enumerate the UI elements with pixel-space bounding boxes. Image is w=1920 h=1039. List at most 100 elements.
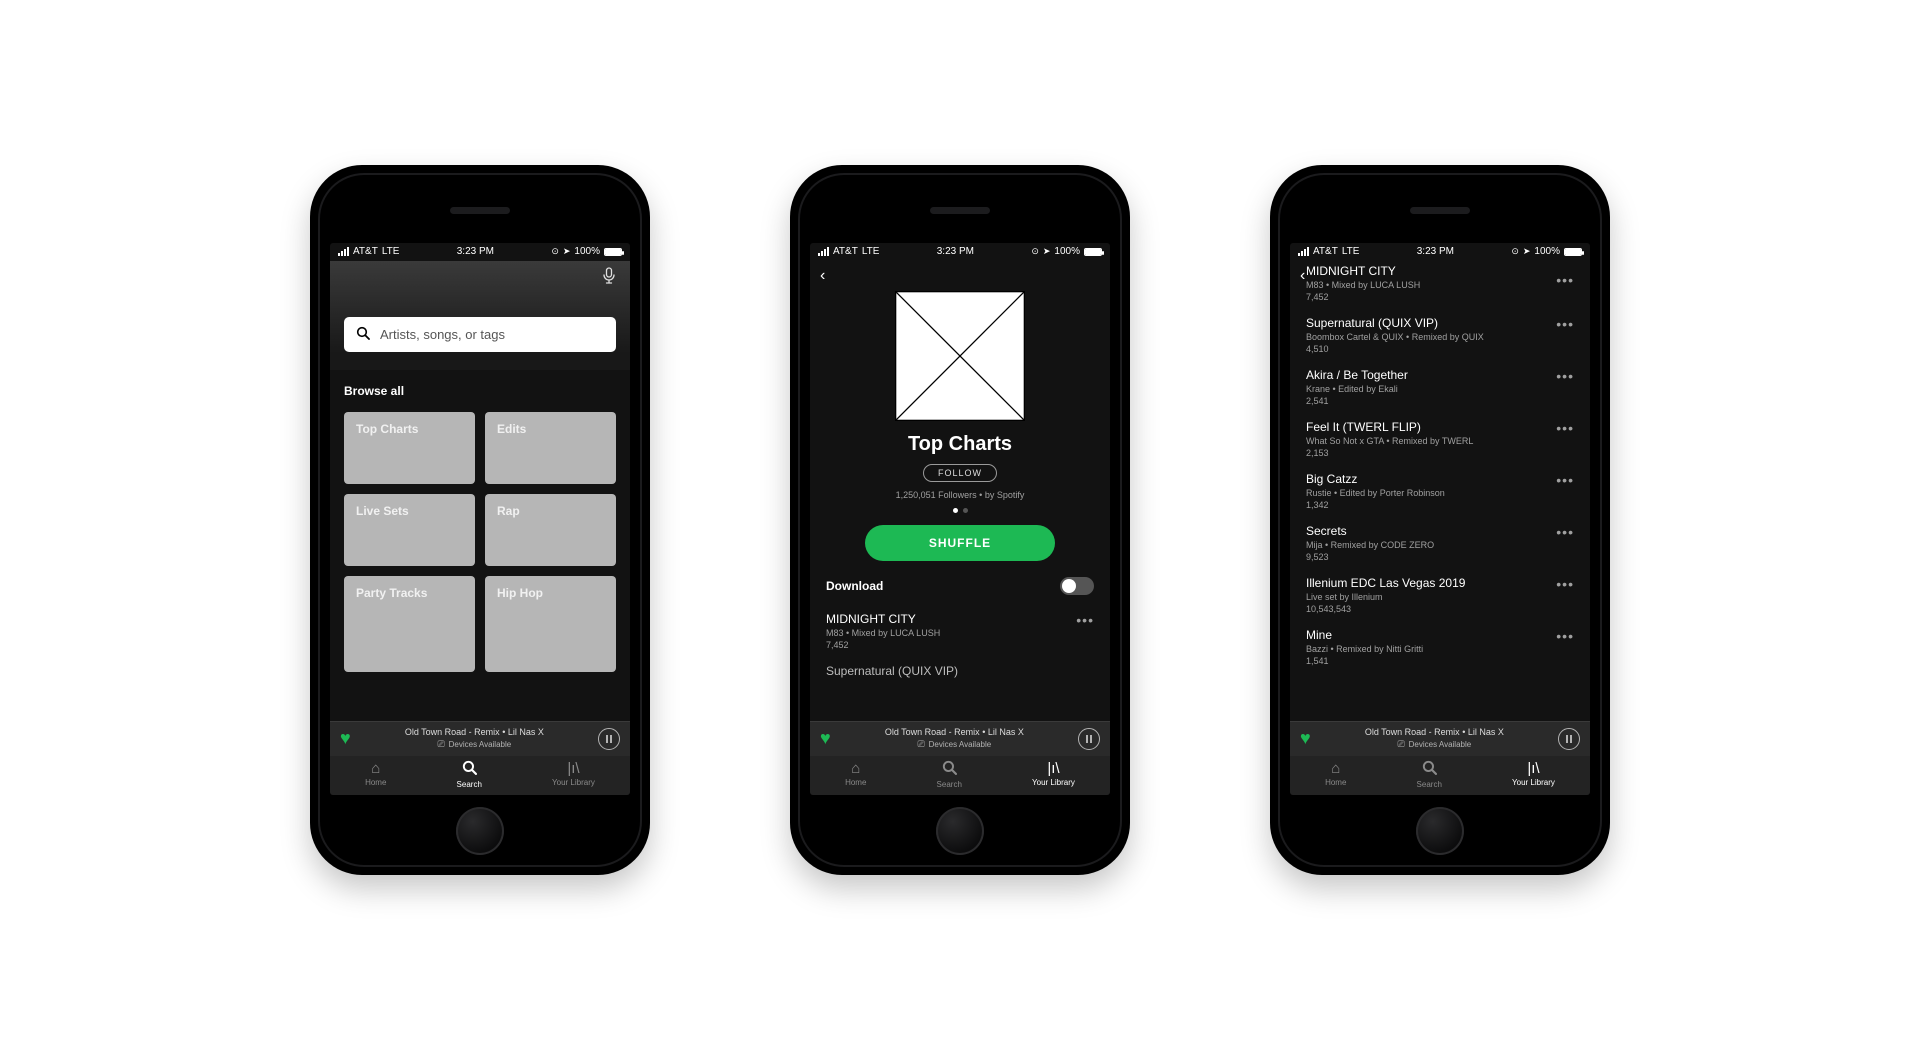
now-playing-bar[interactable]: ♥ Old Town Road - Remix • Lil Nas X ⎚Dev… <box>330 721 630 756</box>
battery-icon <box>604 248 622 256</box>
category-label: Top Charts <box>356 422 418 436</box>
status-bar: AT&T LTE 3:23 PM ⊙ ➤ 100% <box>1290 243 1590 261</box>
home-button[interactable] <box>1416 807 1464 855</box>
tab-bar: ⌂Home Search |ı\Your Library <box>1290 756 1590 795</box>
mic-icon[interactable] <box>602 267 616 289</box>
pause-button[interactable] <box>598 728 620 750</box>
track-title: Supernatural (QUIX VIP) <box>826 664 958 678</box>
category-card[interactable]: Live Sets <box>344 494 475 566</box>
playlist-title: Top Charts <box>810 433 1110 456</box>
track-playcount: 7,452 <box>826 640 940 650</box>
tab-home[interactable]: ⌂Home <box>1325 761 1346 787</box>
battery-pct: 100% <box>1534 246 1560 257</box>
shuffle-button[interactable]: SHUFFLE <box>865 525 1055 561</box>
tab-search[interactable]: Search <box>457 760 482 789</box>
track-title: MIDNIGHT CITY <box>826 612 940 626</box>
pause-button[interactable] <box>1078 728 1100 750</box>
category-label: Rap <box>497 504 520 518</box>
track-row[interactable]: MIDNIGHT CITYM83 • Mixed by LUCA LUSH7,4… <box>1306 265 1574 309</box>
back-button[interactable]: ‹ <box>1300 267 1305 285</box>
tab-label: Search <box>937 780 962 789</box>
track-more-icon[interactable]: ••• <box>1548 420 1574 436</box>
home-icon: ⌂ <box>1331 761 1340 776</box>
signal-icon <box>1298 248 1309 256</box>
now-playing-title: Old Town Road - Remix • Lil Nas X <box>1321 727 1548 738</box>
search-icon <box>942 760 957 778</box>
now-playing-bar[interactable]: ♥ Old Town Road - Remix • Lil Nas X ⎚Dev… <box>810 721 1110 756</box>
speaker-slit <box>1410 207 1470 214</box>
home-icon: ⌂ <box>851 761 860 776</box>
devices-label: Devices Available <box>1409 740 1472 750</box>
track-row[interactable]: SecretsMija • Remixed by CODE ZERO9,523•… <box>1306 517 1574 569</box>
device-tracklist: AT&T LTE 3:23 PM ⊙ ➤ 100% ‹ MIDNIGHT CIT… <box>1270 165 1610 875</box>
track-row[interactable]: Illenium EDC Las Vegas 2019Live set by I… <box>1306 569 1574 621</box>
tab-library[interactable]: |ı\Your Library <box>552 761 595 787</box>
track-more-icon[interactable]: ••• <box>1548 272 1574 288</box>
search-input[interactable]: Artists, songs, or tags <box>344 317 616 352</box>
track-row[interactable]: Big CatzzRustie • Edited by Porter Robin… <box>1306 465 1574 517</box>
download-label: Download <box>826 579 883 593</box>
signal-icon <box>338 248 349 256</box>
back-button[interactable]: ‹ <box>820 267 825 285</box>
track-subtitle: Boombox Cartel & QUIX • Remixed by QUIX <box>1306 332 1484 342</box>
clock-label: 3:23 PM <box>457 246 494 257</box>
tab-home[interactable]: ⌂Home <box>365 761 386 787</box>
category-label: Party Tracks <box>356 586 427 600</box>
search-header: Artists, songs, or tags <box>330 261 630 370</box>
tab-search[interactable]: Search <box>1417 760 1442 789</box>
category-card[interactable]: Edits <box>485 412 616 484</box>
track-row[interactable]: Akira / Be TogetherKrane • Edited by Eka… <box>1306 361 1574 413</box>
track-more-icon[interactable]: ••• <box>1548 524 1574 540</box>
track-list[interactable]: MIDNIGHT CITYM83 • Mixed by LUCA LUSH7,4… <box>1290 261 1590 722</box>
track-more-icon[interactable]: ••• <box>1548 576 1574 592</box>
track-subtitle: Bazzi • Remixed by Nitti Gritti <box>1306 644 1423 654</box>
library-icon: |ı\ <box>567 761 579 776</box>
home-icon: ⌂ <box>371 761 380 776</box>
track-more-icon[interactable]: ••• <box>1068 612 1094 628</box>
track-playcount: 4,510 <box>1306 344 1484 354</box>
home-button[interactable] <box>456 807 504 855</box>
heart-icon[interactable]: ♥ <box>1300 728 1311 749</box>
category-card[interactable]: Party Tracks <box>344 576 475 672</box>
track-row[interactable]: Supernatural (QUIX VIP) <box>826 657 1094 685</box>
track-row[interactable]: MIDNIGHT CITY M83 • Mixed by LUCA LUSH 7… <box>826 605 1094 657</box>
now-playing-title: Old Town Road - Remix • Lil Nas X <box>361 727 588 738</box>
follow-button[interactable]: FOLLOW <box>923 464 997 482</box>
track-more-icon[interactable]: ••• <box>1548 316 1574 332</box>
alarm-icon: ⊙ <box>1511 246 1519 257</box>
category-card[interactable]: Top Charts <box>344 412 475 484</box>
track-subtitle: M83 • Mixed by LUCA LUSH <box>826 628 940 638</box>
heart-icon[interactable]: ♥ <box>820 728 831 749</box>
category-card[interactable]: Rap <box>485 494 616 566</box>
tab-library[interactable]: |ı\Your Library <box>1032 761 1075 787</box>
track-more-icon[interactable]: ••• <box>1548 368 1574 384</box>
tab-home[interactable]: ⌂Home <box>845 761 866 787</box>
now-playing-bar[interactable]: ♥ Old Town Road - Remix • Lil Nas X ⎚Dev… <box>1290 721 1590 756</box>
carrier-label: AT&T <box>833 246 858 257</box>
tab-library[interactable]: |ı\Your Library <box>1512 761 1555 787</box>
track-row[interactable]: Feel It (TWERL FLIP)What So Not x GTA • … <box>1306 413 1574 465</box>
tab-search[interactable]: Search <box>937 760 962 789</box>
track-more-icon[interactable]: ••• <box>1548 472 1574 488</box>
track-subtitle: Rustie • Edited by Porter Robinson <box>1306 488 1445 498</box>
browse-all-label: Browse all <box>344 384 616 398</box>
track-playcount: 2,153 <box>1306 448 1473 458</box>
track-row[interactable]: Supernatural (QUIX VIP)Boombox Cartel & … <box>1306 309 1574 361</box>
pause-button[interactable] <box>1558 728 1580 750</box>
home-button[interactable] <box>936 807 984 855</box>
status-bar: AT&T LTE 3:23 PM ⊙ ➤ 100% <box>330 243 630 261</box>
clock-label: 3:23 PM <box>937 246 974 257</box>
playlist-meta: 1,250,051 Followers • by Spotify <box>810 490 1110 500</box>
track-row[interactable]: MineBazzi • Remixed by Nitti Gritti1,541… <box>1306 621 1574 673</box>
speaker-slit <box>930 207 990 214</box>
alarm-icon: ⊙ <box>551 246 559 257</box>
track-more-icon[interactable]: ••• <box>1548 628 1574 644</box>
search-icon <box>1422 760 1437 778</box>
heart-icon[interactable]: ♥ <box>340 728 351 749</box>
tab-label: Your Library <box>1512 778 1555 787</box>
category-card[interactable]: Hip Hop <box>485 576 616 672</box>
track-playcount: 1,342 <box>1306 500 1445 510</box>
download-toggle[interactable] <box>1060 577 1094 595</box>
category-label: Hip Hop <box>497 586 543 600</box>
network-label: LTE <box>382 246 400 257</box>
